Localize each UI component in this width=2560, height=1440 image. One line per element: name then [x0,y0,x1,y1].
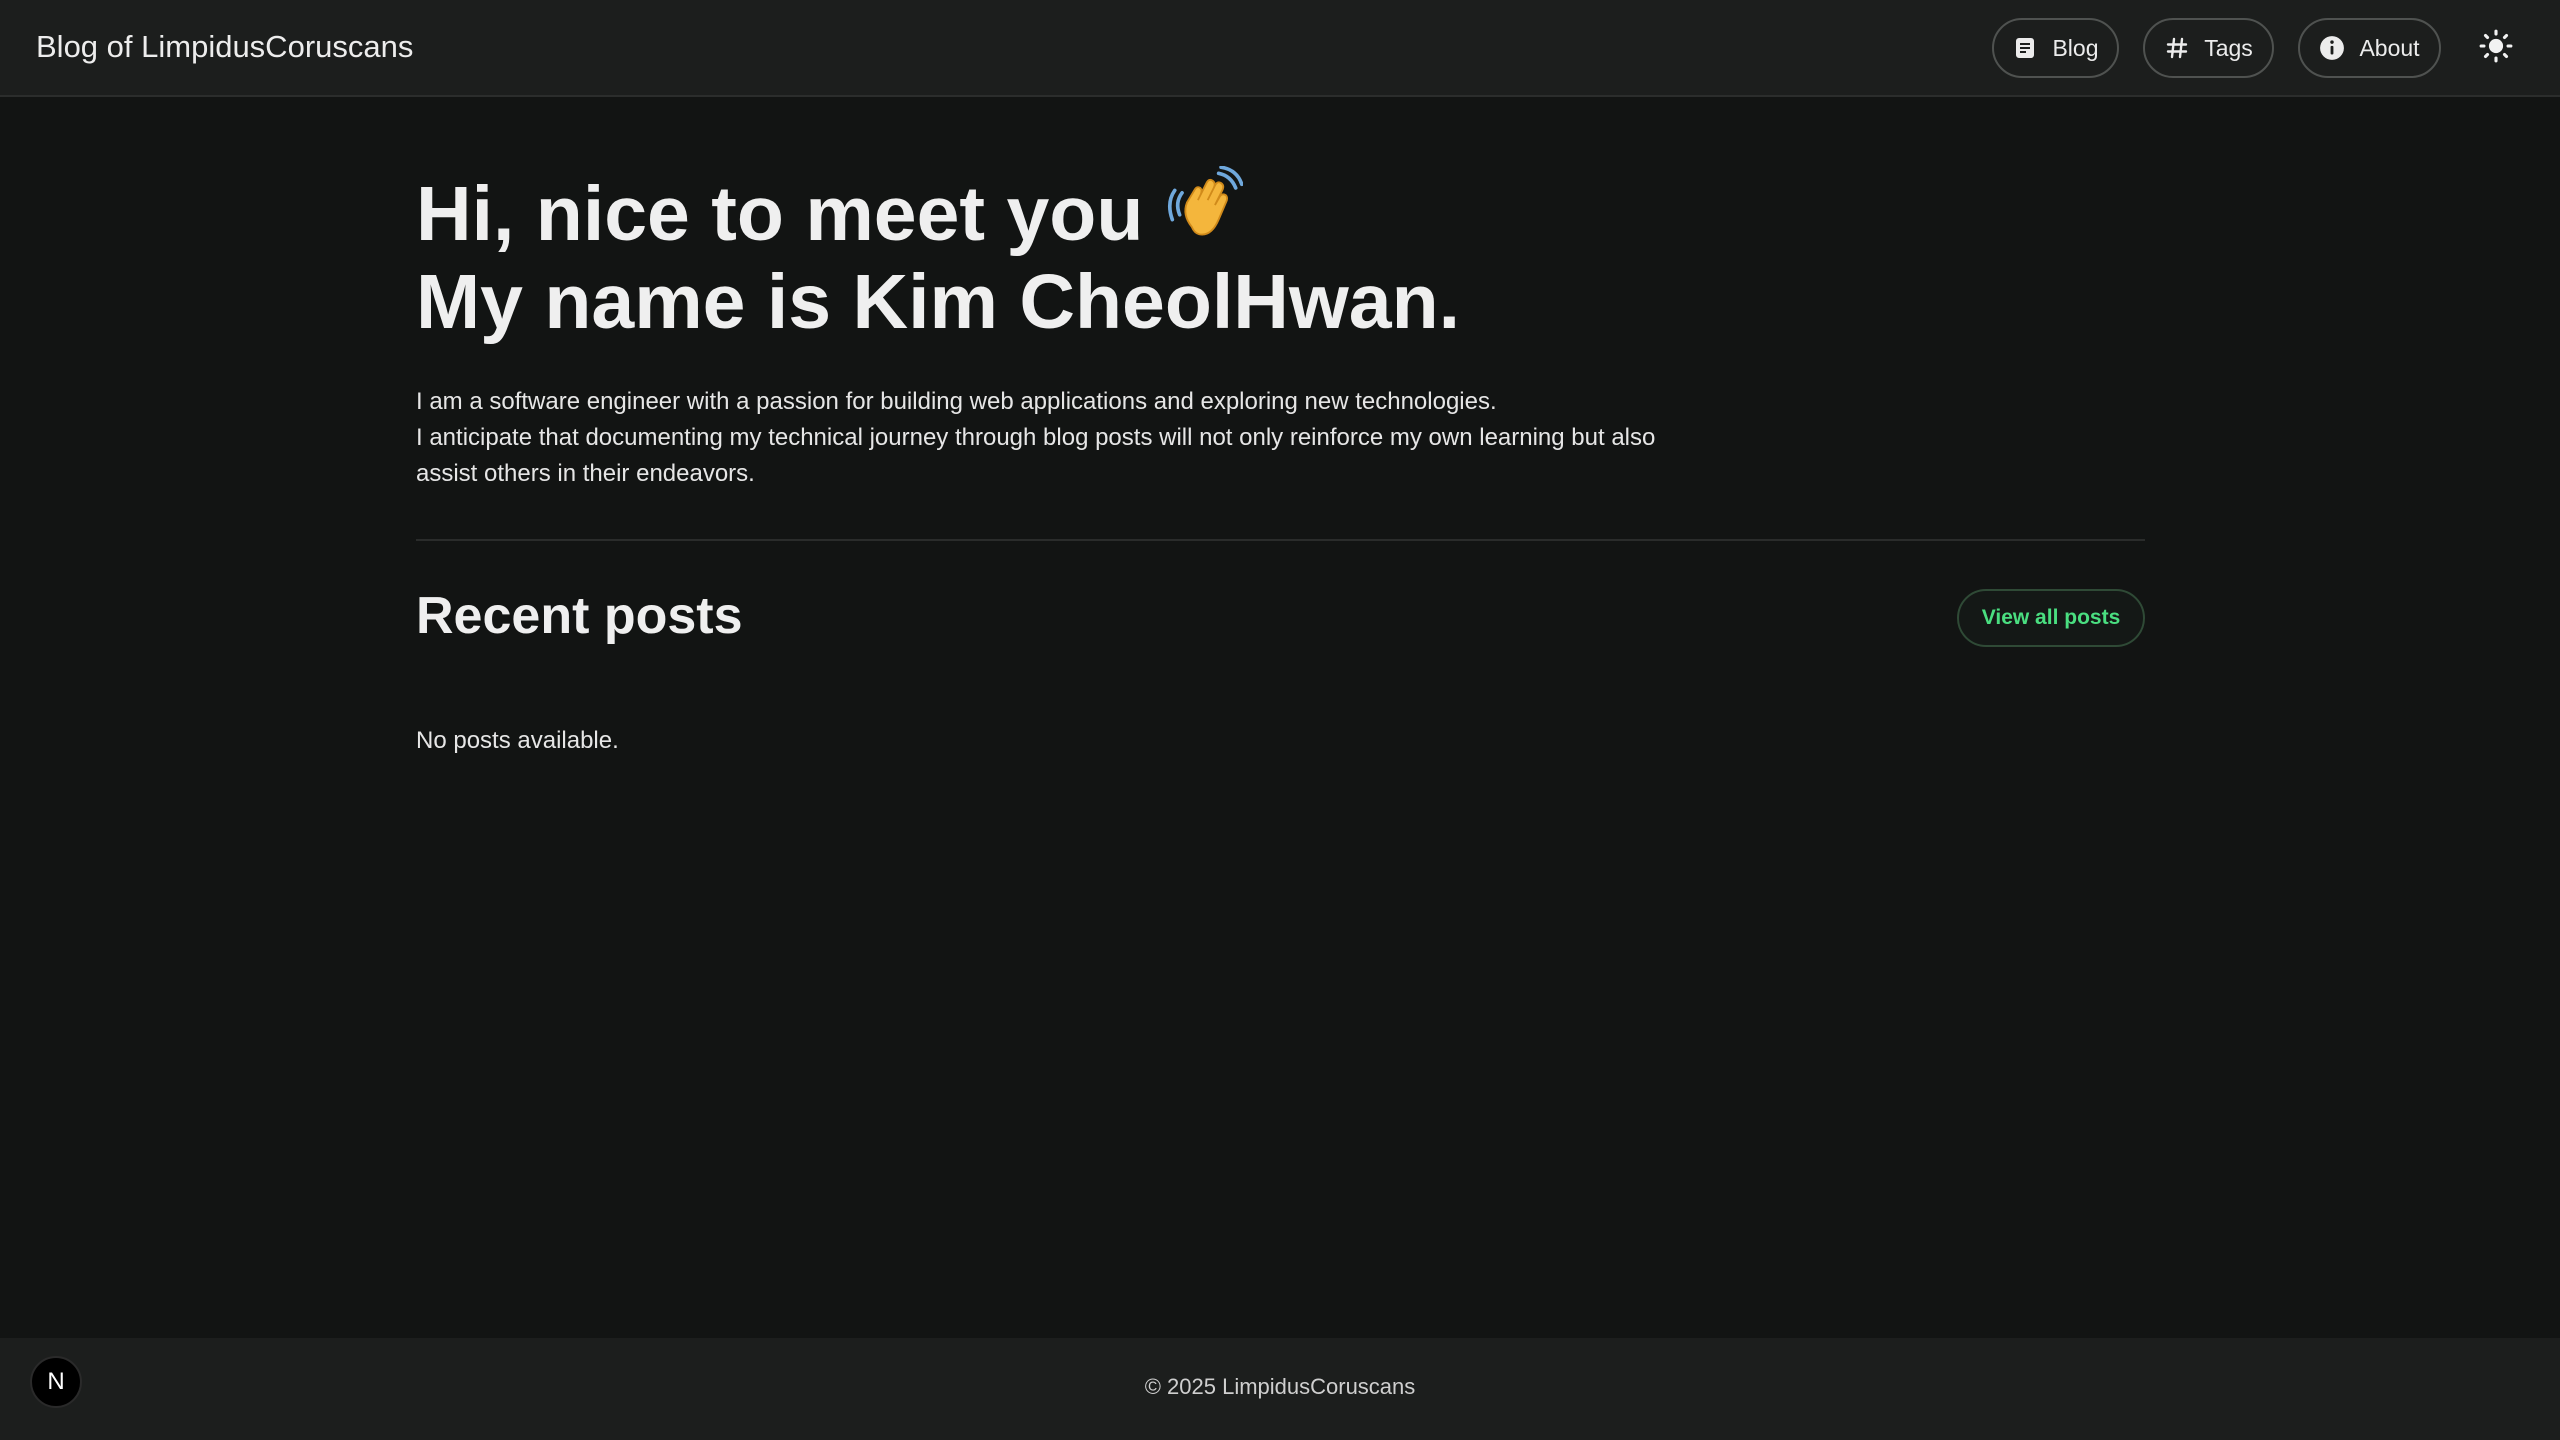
site-header: Blog of LimpidusCoruscans Blog Tags Abou… [0,0,2560,97]
copyright-text: © 2025 LimpidusCoruscans [1144,1374,1416,1399]
nav-blog-label: Blog [2052,34,2099,61]
site-footer: © 2025 LimpidusCoruscans [0,1338,2560,1440]
nav-about-label: About [2359,34,2420,61]
intro-line-2: I anticipate that documenting my technic… [416,424,1656,487]
view-all-posts-button[interactable]: View all posts [1957,589,2145,647]
intro-text: I am a software engineer with a passion … [416,384,1656,492]
waving-hand-icon [1165,165,1244,260]
info-icon [2319,35,2345,61]
nav-blog-button[interactable]: Blog [1992,18,2119,78]
nextjs-logo-icon: N [47,1368,65,1395]
site-title[interactable]: Blog of LimpidusCoruscans [36,29,413,65]
theme-toggle-button[interactable] [2474,26,2518,70]
intro-line-1: I am a software engineer with a passion … [416,388,1497,415]
recent-posts-title: Recent posts [416,587,743,645]
hash-icon [2164,35,2190,61]
nextjs-dev-badge[interactable]: N [30,1356,82,1408]
document-icon [2012,35,2038,61]
page: Blog of LimpidusCoruscans Blog Tags Abou… [0,0,2560,1440]
hero-title: Hi, nice to meet you My name is Kim Cheo… [416,165,1461,345]
nav-about-button[interactable]: About [2298,18,2441,78]
nav-tags-button[interactable]: Tags [2143,18,2274,78]
hero-greeting: Hi, nice to meet you [416,171,1144,257]
hero-name: My name is Kim CheolHwan. [416,259,1461,345]
nav-tags-label: Tags [2204,34,2253,61]
sun-icon [2479,29,2513,68]
empty-posts-message: No posts available. [416,727,619,754]
section-divider [416,539,2145,541]
